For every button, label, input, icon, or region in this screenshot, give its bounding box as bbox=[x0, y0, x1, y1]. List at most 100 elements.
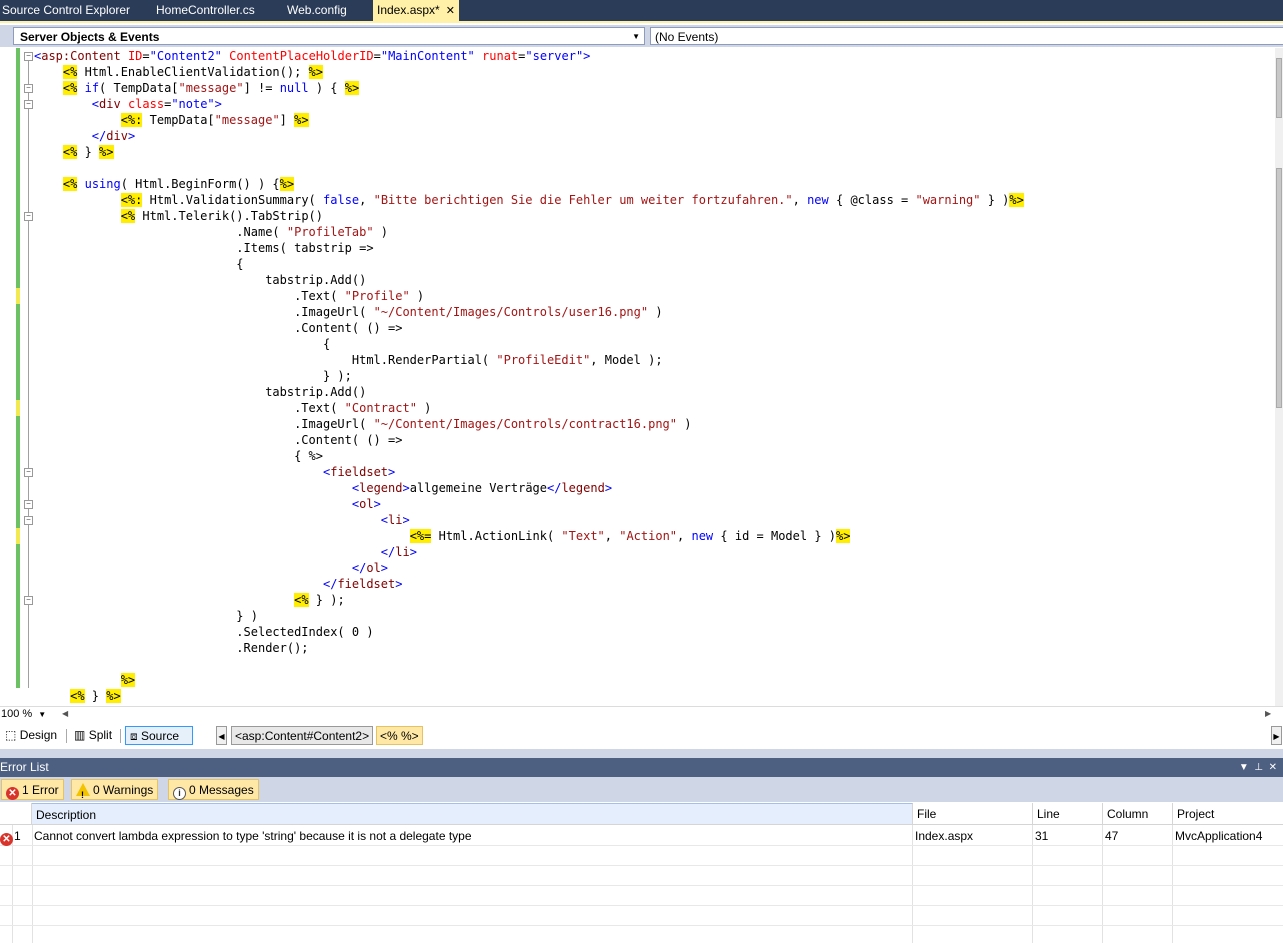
code-line[interactable]: <li> bbox=[34, 512, 1024, 528]
scroll-left-icon[interactable]: ◀ bbox=[62, 709, 68, 718]
code-line[interactable] bbox=[34, 656, 1024, 672]
vertical-scrollbar[interactable] bbox=[1275, 48, 1283, 706]
close-icon[interactable]: ✕ bbox=[446, 5, 455, 17]
column-header-file[interactable]: File bbox=[913, 803, 1033, 825]
change-marker-saved bbox=[16, 304, 20, 400]
dropdown-arrow-icon[interactable]: ▼ bbox=[1239, 762, 1249, 773]
code-line[interactable]: { %> bbox=[34, 448, 1024, 464]
objects-dropdown[interactable]: Server Objects & Events ▼ bbox=[13, 27, 645, 45]
source-code[interactable]: <asp:Content ID="Content2" ContentPlaceH… bbox=[34, 48, 1024, 720]
error-row[interactable]: ✕ 1 Cannot convert lambda expression to … bbox=[0, 826, 1283, 846]
code-line[interactable]: <fieldset> bbox=[34, 464, 1024, 480]
collapse-icon[interactable]: − bbox=[24, 596, 33, 605]
column-header-line[interactable]: Line bbox=[1033, 803, 1103, 825]
breadcrumb-right-arrow[interactable]: ▶ bbox=[1271, 726, 1282, 745]
code-line[interactable]: <div class="note"> bbox=[34, 96, 1024, 112]
code-line[interactable]: { bbox=[34, 256, 1024, 272]
tab-source-control-explorer[interactable]: Source Control Explorer bbox=[2, 0, 130, 21]
split-icon: ▥ bbox=[74, 728, 86, 742]
code-line[interactable]: <%: TempData["message"] %> bbox=[34, 112, 1024, 128]
code-line[interactable]: <ol> bbox=[34, 496, 1024, 512]
tab-web-config[interactable]: Web.config bbox=[287, 0, 347, 21]
code-line[interactable]: <%= Html.ActionLink( "Text", "Action", n… bbox=[34, 528, 1024, 544]
code-line[interactable]: <legend>allgemeine Verträge</legend> bbox=[34, 480, 1024, 496]
code-line[interactable]: tabstrip.Add() bbox=[34, 384, 1024, 400]
warnings-filter-label: 0 Warnings bbox=[93, 783, 154, 797]
breadcrumb-tag-content[interactable]: <asp:Content#Content2> bbox=[231, 726, 374, 745]
design-view-button[interactable]: ⬚ Design bbox=[5, 726, 57, 745]
document-tab-bar: Source Control Explorer HomeController.c… bbox=[0, 0, 1283, 23]
code-line[interactable]: .Text( "Profile" ) bbox=[34, 288, 1024, 304]
column-header-description[interactable]: Description bbox=[32, 803, 913, 825]
code-line[interactable]: } ) bbox=[34, 608, 1024, 624]
code-line[interactable]: <%: Html.ValidationSummary( false, "Bitt… bbox=[34, 192, 1024, 208]
scrollbar-thumb[interactable] bbox=[1276, 58, 1282, 118]
column-header-project[interactable]: Project bbox=[1173, 803, 1283, 825]
code-line[interactable]: <% } %> bbox=[34, 144, 1024, 160]
code-line[interactable]: </fieldset> bbox=[34, 576, 1024, 592]
close-icon[interactable]: ✕ bbox=[1269, 762, 1277, 773]
scrollbar-thumb[interactable] bbox=[1276, 168, 1282, 408]
active-tab-underline bbox=[0, 21, 1283, 23]
column-header-icon[interactable] bbox=[0, 803, 32, 825]
events-dropdown[interactable]: (No Events) bbox=[650, 27, 1283, 45]
error-file: Index.aspx bbox=[915, 829, 974, 843]
table-row bbox=[0, 906, 1283, 926]
code-line[interactable]: .Content( () => bbox=[34, 432, 1024, 448]
scroll-right-icon[interactable]: ▶ bbox=[1265, 709, 1271, 718]
code-line[interactable]: <asp:Content ID="Content2" ContentPlaceH… bbox=[34, 48, 1024, 64]
tab-homecontroller[interactable]: HomeController.cs bbox=[156, 0, 255, 21]
code-line[interactable]: <% using( Html.BeginForm() ) {%> bbox=[34, 176, 1024, 192]
code-line[interactable]: <% Html.EnableClientValidation(); %> bbox=[34, 64, 1024, 80]
code-line[interactable]: </ol> bbox=[34, 560, 1024, 576]
code-line[interactable]: <% } %> bbox=[34, 688, 1024, 704]
code-line[interactable]: %> bbox=[34, 672, 1024, 688]
messages-filter-button[interactable]: i0 Messages bbox=[168, 779, 259, 800]
collapse-icon[interactable]: − bbox=[24, 516, 33, 525]
code-line[interactable] bbox=[34, 160, 1024, 176]
code-line[interactable]: { bbox=[34, 336, 1024, 352]
divider bbox=[120, 729, 121, 743]
code-editor[interactable]: − − − − − − − − <asp:Content ID="Content… bbox=[0, 48, 1283, 719]
code-line[interactable]: <% Html.Telerik().TabStrip() bbox=[34, 208, 1024, 224]
outline-line bbox=[28, 60, 29, 688]
zoom-dropdown[interactable]: 100 % ▼ bbox=[1, 708, 46, 720]
code-line[interactable]: .Text( "Contract" ) bbox=[34, 400, 1024, 416]
code-line[interactable]: Html.RenderPartial( "ProfileEdit", Model… bbox=[34, 352, 1024, 368]
chevron-down-icon: ▼ bbox=[38, 710, 47, 719]
breadcrumb-left-arrow[interactable]: ◀ bbox=[216, 726, 227, 745]
errors-filter-button[interactable]: ✕ 1 Error bbox=[1, 779, 64, 800]
panel-splitter[interactable] bbox=[0, 749, 1283, 758]
code-line[interactable]: <% if( TempData["message"] != null ) { %… bbox=[34, 80, 1024, 96]
code-line[interactable]: </li> bbox=[34, 544, 1024, 560]
code-line[interactable]: } ); bbox=[34, 368, 1024, 384]
code-line[interactable]: .Content( () => bbox=[34, 320, 1024, 336]
warning-icon: ! bbox=[76, 783, 90, 800]
error-column: 47 bbox=[1105, 829, 1119, 843]
code-line[interactable]: .ImageUrl( "~/Content/Images/Controls/us… bbox=[34, 304, 1024, 320]
column-header-column[interactable]: Column bbox=[1103, 803, 1173, 825]
pin-icon[interactable]: ⊥ bbox=[1254, 762, 1263, 773]
code-line[interactable]: .Render(); bbox=[34, 640, 1024, 656]
collapse-icon[interactable]: − bbox=[24, 500, 33, 509]
code-line[interactable]: .Name( "ProfileTab" ) bbox=[34, 224, 1024, 240]
collapse-icon[interactable]: − bbox=[24, 100, 33, 109]
source-view-button[interactable]: ⧈ Source bbox=[125, 726, 193, 745]
collapse-icon[interactable]: − bbox=[24, 52, 33, 61]
collapse-icon[interactable]: − bbox=[24, 212, 33, 221]
split-view-button[interactable]: ▥ Split bbox=[74, 726, 112, 745]
collapse-icon[interactable]: − bbox=[24, 468, 33, 477]
code-line[interactable]: <% } ); bbox=[34, 592, 1024, 608]
warnings-filter-button[interactable]: ! 0 Warnings bbox=[71, 779, 159, 800]
zoom-value: 100 % bbox=[1, 708, 33, 720]
breadcrumb-tag-code[interactable]: <% %> bbox=[376, 726, 423, 745]
tab-index-aspx[interactable]: Index.aspx* ✕ bbox=[373, 0, 459, 21]
code-line[interactable]: tabstrip.Add() bbox=[34, 272, 1024, 288]
collapse-icon[interactable]: − bbox=[24, 84, 33, 93]
error-list-toolbar: ✕ 1 Error ! 0 Warnings i0 Messages bbox=[0, 777, 1283, 802]
code-line[interactable]: .SelectedIndex( 0 ) bbox=[34, 624, 1024, 640]
code-line[interactable]: </div> bbox=[34, 128, 1024, 144]
split-view-label: Split bbox=[88, 728, 113, 742]
code-line[interactable]: .ImageUrl( "~/Content/Images/Controls/co… bbox=[34, 416, 1024, 432]
code-line[interactable]: .Items( tabstrip => bbox=[34, 240, 1024, 256]
